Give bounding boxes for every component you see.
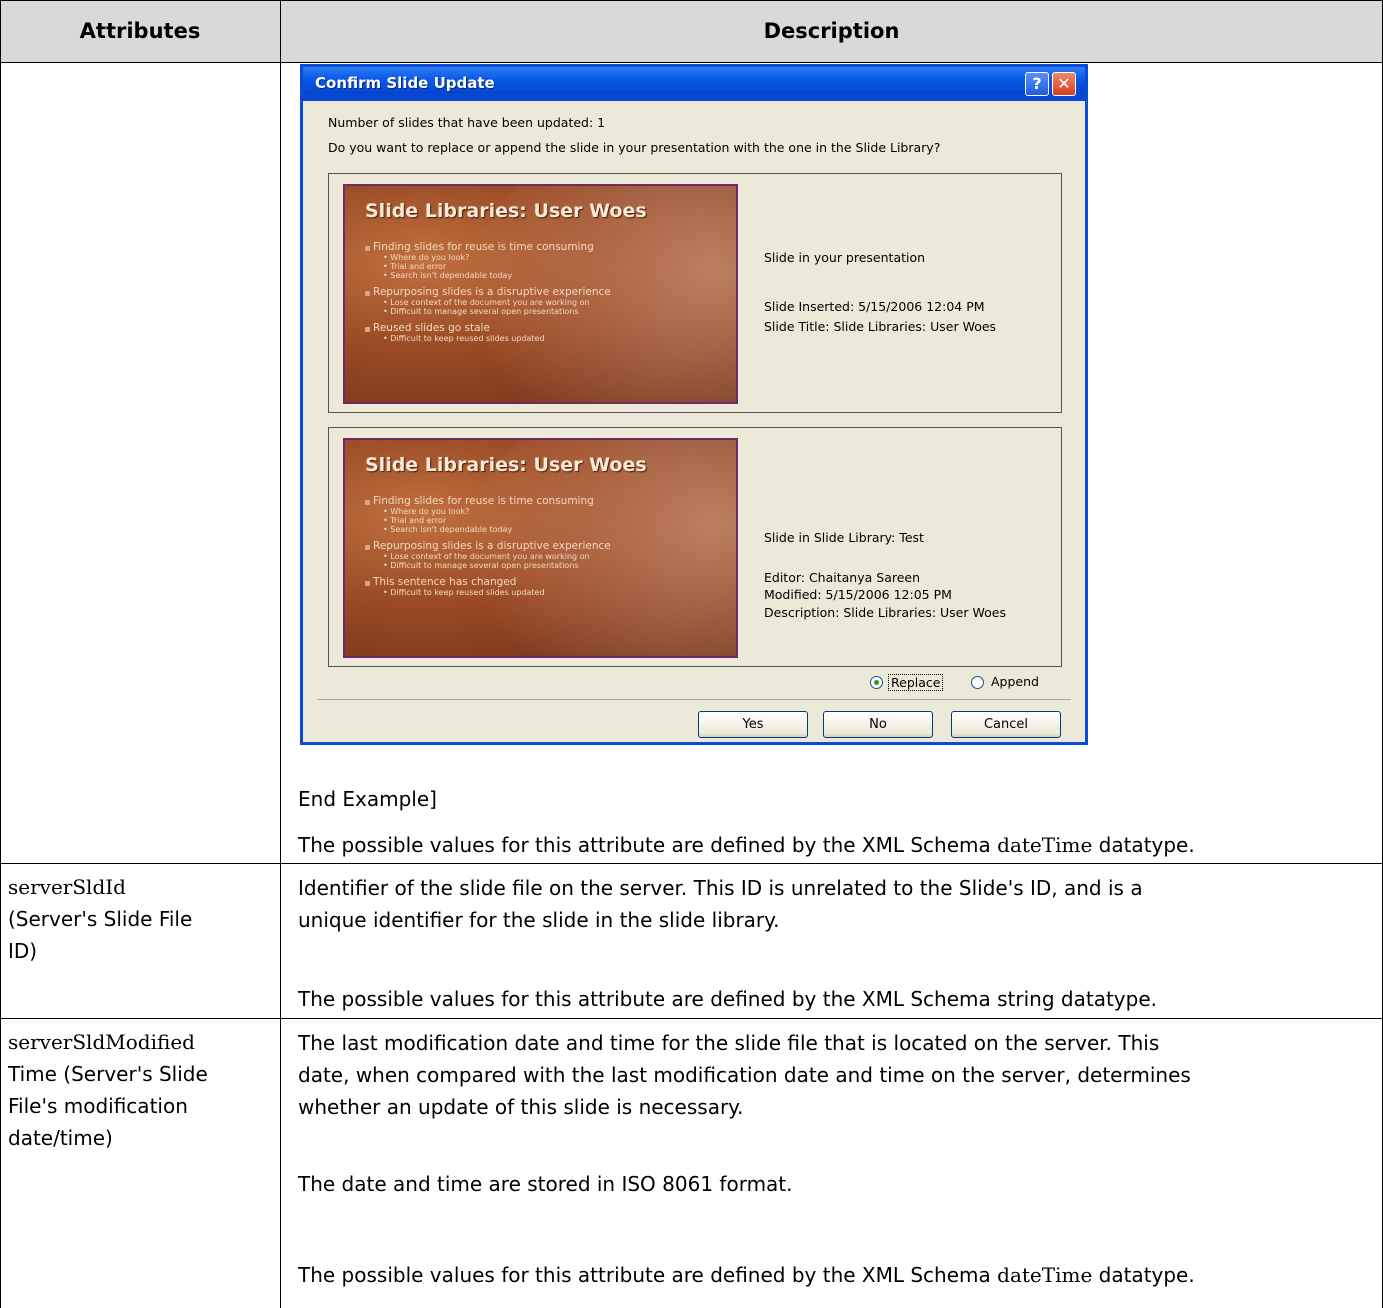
- library-slide-panel: Slide Libraries: User Woes Finding slide…: [328, 427, 1062, 667]
- row2-desc-line: Identifier of the slide file on the serv…: [298, 876, 1143, 900]
- grid-line: [0, 0, 1, 1308]
- slide-bullet-marker: [365, 581, 370, 586]
- slide-bullet-text: Repurposing slides is a disruptive exper…: [373, 540, 611, 552]
- slide-bullet-marker: [365, 291, 370, 296]
- slide-bullet-text: • Difficult to manage several open prese…: [383, 561, 579, 570]
- append-label[interactable]: Append: [991, 674, 1039, 689]
- row3-values-text: The possible values for this attribute a…: [298, 1263, 1195, 1287]
- replace-radio[interactable]: [870, 676, 883, 689]
- slide-bullet-text: • Trial and error: [383, 262, 447, 271]
- slide-bullet-text: • Difficult to keep reused slides update…: [383, 334, 545, 343]
- dialog-separator: [317, 699, 1071, 700]
- slide-bullet-marker: [365, 327, 370, 332]
- header-attributes: Attributes: [79, 19, 201, 43]
- panel2-heading: Slide in Slide Library: Test: [764, 530, 924, 545]
- slide-bullet-text: • Where do you look?: [383, 253, 470, 262]
- append-radio[interactable]: [971, 676, 984, 689]
- yes-button[interactable]: Yes: [698, 711, 808, 738]
- help-icon[interactable]: ?: [1025, 72, 1049, 96]
- panel2-modified: Modified: 5/15/2006 12:05 PM: [764, 587, 952, 602]
- row1-values-text: The possible values for this attribute a…: [298, 833, 1195, 857]
- slide-bullet-text: • Search isn't dependable today: [383, 525, 513, 534]
- slide-bullet-text: • Difficult to manage several open prese…: [383, 307, 579, 316]
- slide-bullet-text: Repurposing slides is a disruptive exper…: [373, 286, 611, 298]
- panel1-title: Slide Title: Slide Libraries: User Woes: [764, 319, 997, 334]
- attr-server-sld-modified-time: serverSldModified: [8, 1030, 195, 1054]
- panel2-description: Description: Slide Libraries: User Woes: [764, 605, 1006, 620]
- slide-bullet-text: Finding slides for reuse is time consumi…: [373, 241, 594, 253]
- panel1-heading: Slide in your presentation: [764, 250, 926, 265]
- dialog-title: Confirm Slide Update: [315, 74, 495, 92]
- attr-server-sld-id-desc: (Server's Slide File: [8, 907, 193, 931]
- slide-bullet-text: • Where do you look?: [383, 507, 470, 516]
- slide-bullet-text: Finding slides for reuse is time consumi…: [373, 495, 594, 507]
- panel2-editor: Editor: Chaitanya Sareen: [764, 570, 921, 585]
- cancel-button[interactable]: Cancel: [951, 711, 1061, 738]
- end-example-text: End Example]: [298, 787, 437, 811]
- updated-count-text: Number of slides that have been updated:…: [328, 115, 606, 130]
- grid-line: [0, 863, 1383, 864]
- presentation-slide-panel: Slide Libraries: User Woes Finding slide…: [328, 173, 1062, 413]
- no-button[interactable]: No: [823, 711, 933, 738]
- slide-thumbnail-title: Slide Libraries: User Woes: [365, 454, 647, 476]
- attr-server-sld-modified-time-desc: File's modification: [8, 1094, 188, 1118]
- row3-desc-line: The last modification date and time for …: [298, 1031, 1160, 1055]
- attr-server-sld-id: serverSldId: [8, 875, 126, 899]
- replace-label[interactable]: Replace: [888, 674, 944, 691]
- library-slide-thumbnail: Slide Libraries: User Woes Finding slide…: [343, 438, 738, 658]
- slide-bullet-text: • Trial and error: [383, 516, 447, 525]
- presentation-slide-thumbnail: Slide Libraries: User Woes Finding slide…: [343, 184, 738, 404]
- question-text: Do you want to replace or append the sli…: [328, 140, 941, 155]
- slide-bullet-text: • Difficult to keep reused slides update…: [383, 588, 545, 597]
- slide-bullet-text: • Search isn't dependable today: [383, 271, 513, 280]
- attr-server-sld-id-desc: ID): [8, 939, 38, 963]
- grid-line: [0, 1018, 1383, 1019]
- slide-bullet-text: • Lose context of the document you are w…: [383, 298, 590, 307]
- panel1-inserted: Slide Inserted: 5/15/2006 12:04 PM: [764, 299, 985, 314]
- row2-desc-line: unique identifier for the slide in the s…: [298, 908, 780, 932]
- row2-values-text: The possible values for this attribute a…: [298, 987, 1157, 1011]
- attr-server-sld-modified-time-desc: Time (Server's Slide: [8, 1062, 208, 1086]
- slide-bullet-text: • Lose context of the document you are w…: [383, 552, 590, 561]
- close-icon[interactable]: ✕: [1052, 72, 1076, 96]
- row3-desc-line: whether an update of this slide is neces…: [298, 1095, 744, 1119]
- slide-bullet-text: Reused slides go stale: [373, 322, 490, 334]
- slide-bullet-marker: [365, 246, 370, 251]
- slide-bullet-marker: [365, 545, 370, 550]
- slide-bullet-text: This sentence has changed: [373, 576, 517, 588]
- header-description: Description: [763, 19, 900, 43]
- confirm-slide-update-dialog: Confirm Slide Update ? ✕ Number of slide…: [300, 64, 1088, 745]
- slide-bullet-marker: [365, 500, 370, 505]
- grid-line: [0, 62, 1383, 63]
- dialog-title-bar[interactable]: Confirm Slide Update ? ✕: [303, 67, 1085, 101]
- row3-desc-line: date, when compared with the last modifi…: [298, 1063, 1191, 1087]
- grid-line: [280, 0, 281, 1308]
- slide-thumbnail-title: Slide Libraries: User Woes: [365, 200, 647, 222]
- attr-server-sld-modified-time-desc: date/time): [8, 1126, 113, 1150]
- row3-iso-text: The date and time are stored in ISO 8061…: [298, 1172, 793, 1196]
